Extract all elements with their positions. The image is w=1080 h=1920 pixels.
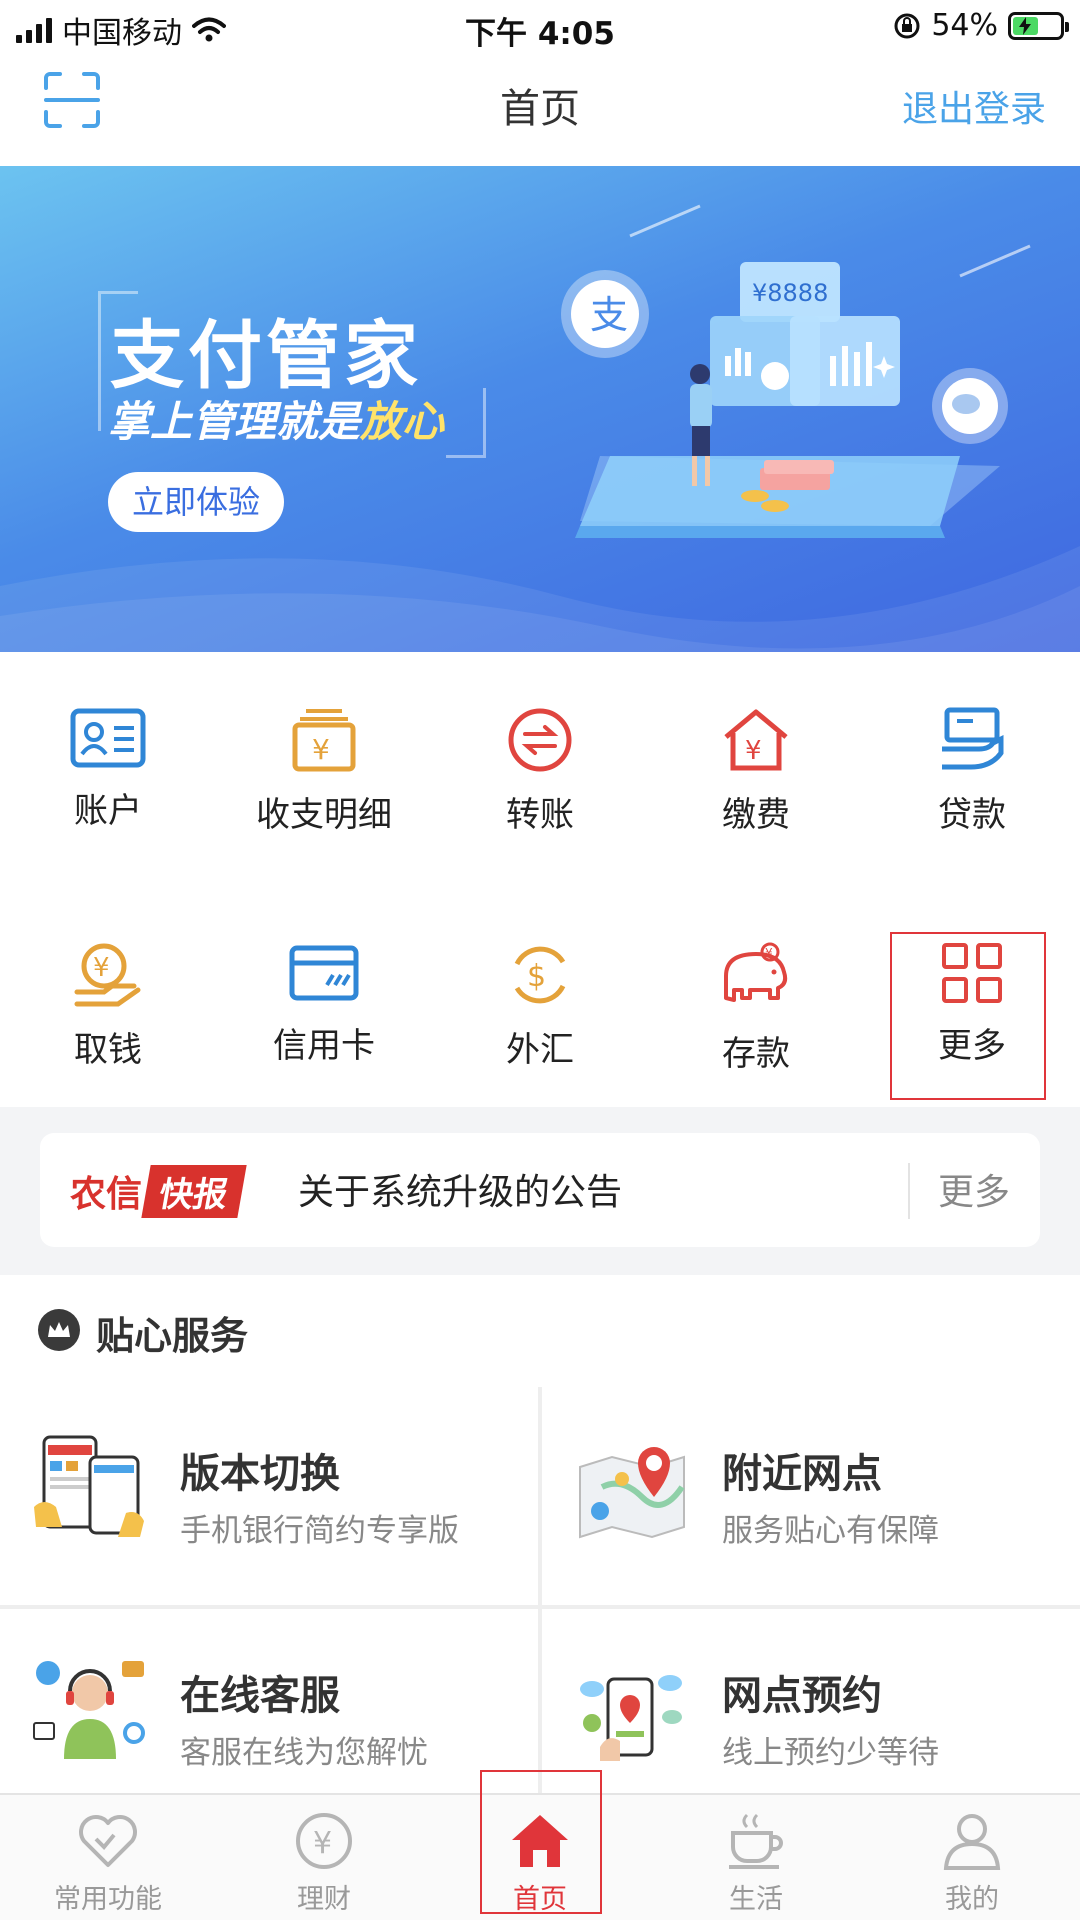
svg-text:¥: ¥: [765, 946, 773, 960]
grid-label: 外汇: [506, 1030, 574, 1070]
svg-text:¥: ¥: [93, 953, 110, 983]
service-nearby-branches[interactable]: 附近网点 服务贴心有保障: [542, 1387, 1080, 1605]
banner-subtitle: 掌上管理就是放心: [108, 388, 444, 449]
grid-label: 信用卡: [273, 1026, 375, 1066]
news-card[interactable]: 农信 快报 关于系统升级的公告 更多: [40, 1133, 1040, 1247]
heart-icon: [76, 1809, 140, 1873]
news-logo-a: 农信: [70, 1174, 143, 1215]
news-headline[interactable]: 关于系统升级的公告: [298, 1163, 622, 1215]
banner-card-amount: ¥8888: [752, 279, 828, 307]
service-version-switch[interactable]: 版本切换 手机银行简约专享版: [0, 1387, 538, 1605]
grid-label: 取钱: [74, 1030, 142, 1070]
income-expense-icon: ¥: [284, 707, 364, 773]
banner-try-button[interactable]: 立即体验: [108, 472, 284, 532]
grid-label: 缴费: [722, 795, 790, 835]
tab-label: 理财: [297, 1884, 351, 1915]
service-subtitle: 手机银行简约专享版: [180, 1513, 459, 1549]
grid-item-withdraw[interactable]: ¥ 取钱: [0, 887, 216, 1070]
account-card-icon: [68, 707, 148, 769]
banner-subtitle-prefix: 掌上管理就是: [108, 397, 361, 446]
tab-label: 我的: [945, 1884, 999, 1915]
tab-label: 生活: [729, 1884, 783, 1915]
grid-item-income-expense[interactable]: ¥ 收支明细: [216, 652, 432, 835]
forex-icon: $: [500, 942, 580, 1008]
banner-bracket-right: [446, 388, 486, 458]
news-logo: 农信 快报: [70, 1163, 247, 1219]
service-online-support[interactable]: 在线客服 客服在线为您解忧: [0, 1609, 538, 1793]
loan-icon: [932, 707, 1012, 773]
tab-mine[interactable]: 我的: [864, 1795, 1080, 1920]
grid-label: 贷款: [938, 795, 1006, 835]
grid-item-account[interactable]: 账户: [0, 652, 216, 832]
grid-label: 收支明细: [256, 795, 392, 835]
grid-item-deposit[interactable]: ¥ 存款: [648, 887, 864, 1074]
svg-text:¥: ¥: [313, 1826, 332, 1861]
services-header: 贴心服务: [0, 1275, 1080, 1387]
grid-item-credit-card[interactable]: 信用卡: [216, 887, 432, 1067]
banner-subtitle-highlight: 放心: [360, 397, 445, 446]
tab-label: 常用功能: [54, 1884, 162, 1915]
battery-icon: [1008, 11, 1069, 40]
transfer-icon: [500, 707, 580, 773]
service-branch-appointment[interactable]: 网点预约 线上预约少等待: [542, 1609, 1080, 1793]
grid-item-loan[interactable]: 贷款: [864, 652, 1080, 835]
crown-icon: [38, 1309, 80, 1351]
svg-text:支: 支: [590, 293, 628, 337]
charging-bolt-icon: [1019, 16, 1032, 35]
withdraw-icon: ¥: [68, 942, 148, 1008]
customer-service-illustration-icon: [33, 1661, 145, 1759]
nav-bar: 首页 退出登录: [0, 56, 1080, 166]
service-subtitle: 客服在线为您解忧: [180, 1735, 428, 1771]
map-pin-illustration-icon: [579, 1447, 685, 1539]
service-subtitle: 服务贴心有保障: [722, 1513, 939, 1549]
phones-illustration-icon: [34, 1435, 144, 1537]
battery-percent: 54%: [931, 8, 998, 43]
svg-text:¥: ¥: [312, 733, 330, 766]
services-grid: 版本切换 手机银行简约专享版 附近网点 服务贴心有保障 在线客服 客服在线为您解…: [0, 1387, 1080, 1793]
promo-banner[interactable]: 支 ¥8888 支付管家 掌上管理就是放心 立即体验: [0, 166, 1080, 652]
status-bar: 中国移动 下午 4:05 54%: [0, 0, 1080, 56]
service-title: 附近网点: [722, 1451, 882, 1497]
tab-favorites[interactable]: 常用功能: [0, 1795, 216, 1920]
service-subtitle: 线上预约少等待: [722, 1735, 939, 1771]
grid-item-payment[interactable]: ¥ 缴费: [648, 652, 864, 835]
banner-title: 支付管家: [110, 313, 422, 399]
svg-text:$: $: [527, 959, 546, 994]
deposit-elephant-icon: ¥: [716, 942, 796, 1012]
service-title: 版本切换: [180, 1451, 340, 1497]
tab-wealth[interactable]: ¥ 理财: [216, 1795, 432, 1920]
news-logo-b: 快报: [141, 1164, 247, 1218]
grid-label: 存款: [722, 1034, 790, 1074]
status-right: 54%: [893, 8, 1069, 43]
tab-life[interactable]: 生活: [648, 1795, 864, 1920]
more-highlight-box: [890, 932, 1046, 1100]
payment-house-icon: ¥: [716, 707, 796, 773]
grid-label: 转账: [506, 795, 574, 835]
services-title: 贴心服务: [96, 1314, 249, 1358]
service-title: 在线客服: [180, 1673, 340, 1719]
orientation-lock-icon: [894, 13, 920, 38]
news-divider: [908, 1163, 910, 1219]
grid-label: 账户: [74, 791, 142, 831]
coffee-cup-icon: [724, 1809, 788, 1873]
user-icon: [940, 1809, 1004, 1873]
service-title: 网点预约: [722, 1673, 882, 1719]
news-more-button[interactable]: 更多: [938, 1163, 1010, 1215]
battery-fill: [1013, 16, 1038, 35]
news-section: 农信 快报 关于系统升级的公告 更多: [0, 1107, 1080, 1275]
credit-card-icon: [284, 942, 364, 1004]
grid-item-forex[interactable]: $ 外汇: [432, 887, 648, 1070]
appointment-phone-illustration-icon: [580, 1675, 682, 1761]
home-highlight-box: [480, 1770, 602, 1914]
grid-item-transfer[interactable]: 转账: [432, 652, 648, 835]
logout-button[interactable]: 退出登录: [902, 80, 1046, 132]
svg-text:¥: ¥: [745, 736, 762, 766]
yen-coin-icon: ¥: [292, 1809, 356, 1873]
